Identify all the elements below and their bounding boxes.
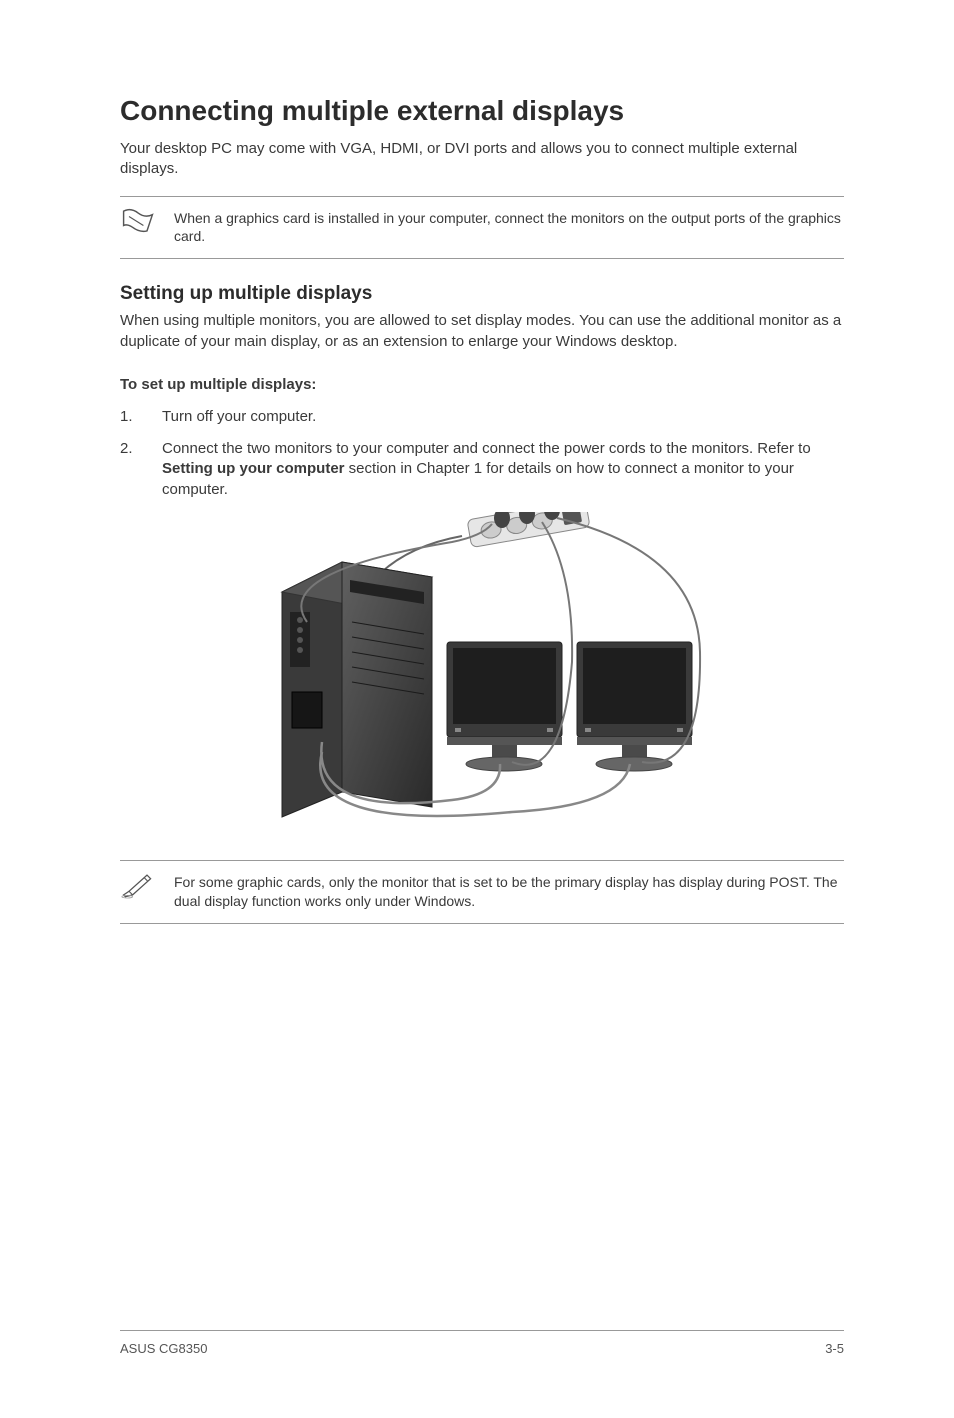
setup-title: To set up multiple displays: bbox=[120, 376, 844, 393]
note-text: When a graphics card is installed in you… bbox=[174, 207, 844, 247]
step-number: 1. bbox=[120, 407, 162, 427]
note-graphics-card: When a graphics card is installed in you… bbox=[120, 196, 844, 260]
page-footer: ASUS CG8350 3-5 bbox=[120, 1330, 844, 1356]
intro-paragraph: Your desktop PC may come with VGA, HDMI,… bbox=[120, 139, 844, 180]
sub-intro: When using multiple monitors, you are al… bbox=[120, 311, 844, 352]
pencil-icon bbox=[120, 871, 156, 899]
footer-product: ASUS CG8350 bbox=[120, 1341, 207, 1356]
step-1: 1. Turn off your computer. bbox=[120, 407, 844, 427]
step-body: Turn off your computer. bbox=[162, 407, 844, 427]
setup-illustration bbox=[252, 512, 712, 832]
note-icon bbox=[120, 207, 156, 235]
footer-page-number: 3-5 bbox=[825, 1341, 844, 1356]
page-title: Connecting multiple external displays bbox=[120, 95, 844, 127]
step-body: Connect the two monitors to your compute… bbox=[162, 439, 844, 500]
steps-list: 1. Turn off your computer. 2. Connect th… bbox=[120, 407, 844, 500]
step-2: 2. Connect the two monitors to your comp… bbox=[120, 439, 844, 500]
note-text: For some graphic cards, only the monitor… bbox=[174, 871, 844, 911]
step-pre: Connect the two monitors to your compute… bbox=[162, 440, 811, 457]
note-post-display: For some graphic cards, only the monitor… bbox=[120, 860, 844, 924]
step-number: 2. bbox=[120, 439, 162, 500]
subheading: Setting up multiple displays bbox=[120, 283, 844, 305]
step-bold: Setting up your computer bbox=[162, 460, 345, 477]
